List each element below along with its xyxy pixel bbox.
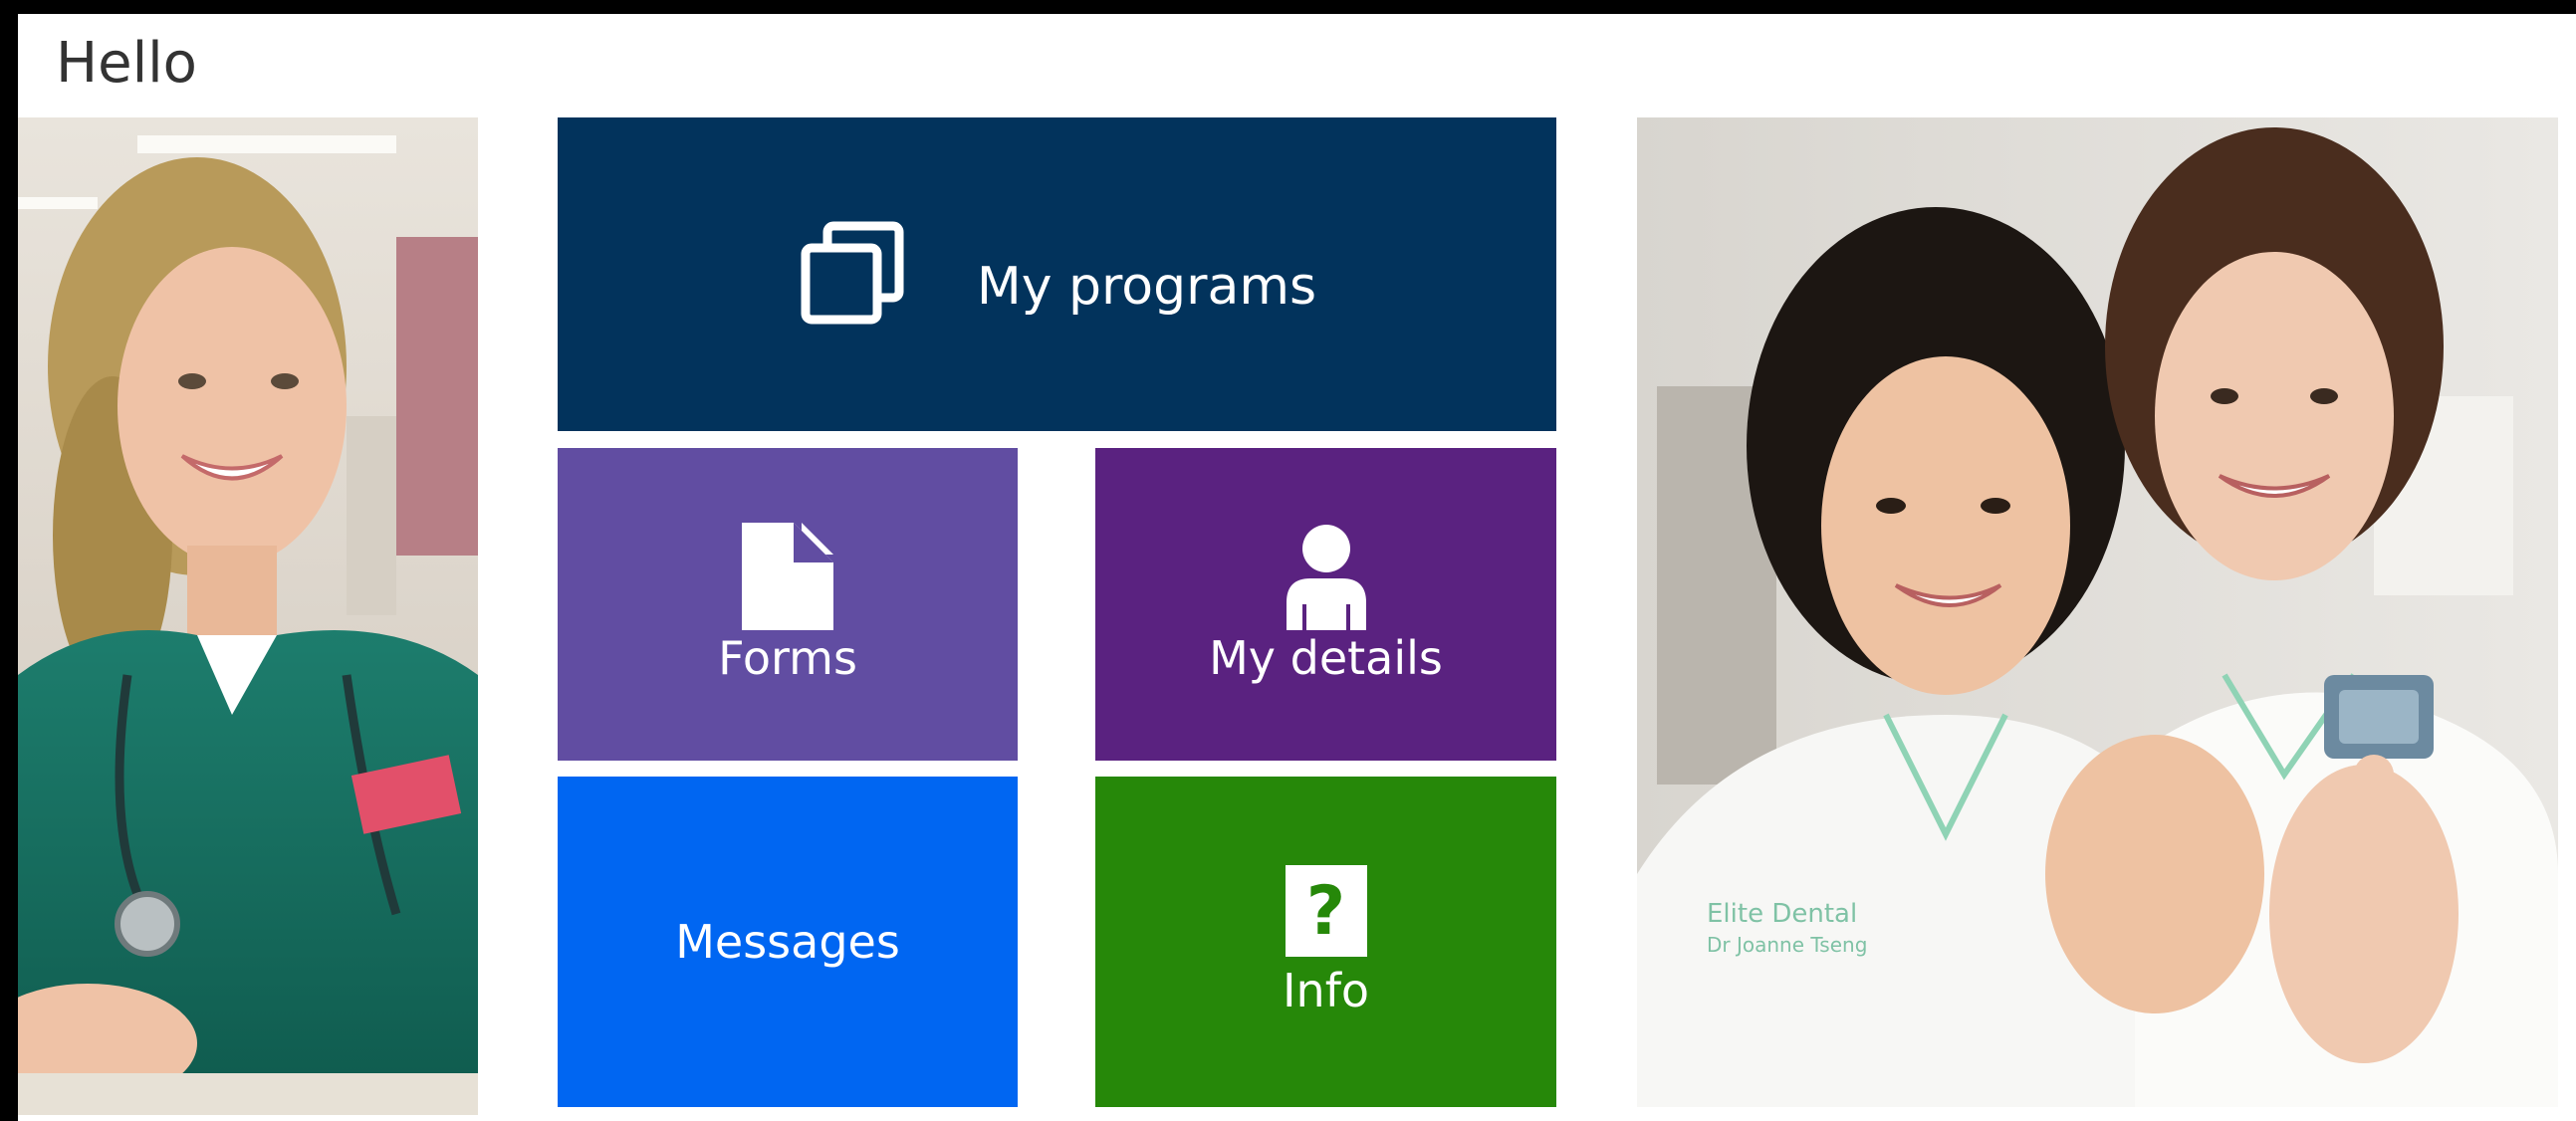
page-greeting: Hello [56, 31, 197, 96]
my-programs-label: My programs [976, 256, 1317, 317]
my-details-label: My details [1209, 631, 1443, 685]
my-details-tile[interactable]: My details [1095, 448, 1556, 761]
forms-label: Forms [718, 631, 857, 685]
nurse-photo [18, 117, 478, 1115]
info-label: Info [1282, 964, 1370, 1017]
messages-label: Messages [675, 915, 900, 969]
person-icon [1286, 525, 1366, 630]
info-tile[interactable]: ? Info [1095, 777, 1556, 1107]
my-programs-tile[interactable]: My programs [558, 117, 1556, 431]
messages-tile[interactable]: Messages [558, 777, 1018, 1107]
nurse-photo-illustration [18, 117, 478, 1115]
dental-staff-photo: Elite Dental Dr Joanne Tseng [1637, 117, 2558, 1107]
coat-text-line1: Elite Dental [1707, 899, 1857, 929]
question-glyph: ? [1305, 871, 1346, 951]
document-icon [742, 523, 833, 630]
forms-tile[interactable]: Forms [558, 448, 1018, 761]
coat-text-line2: Dr Joanne Tseng [1707, 933, 1867, 957]
dental-staff-illustration: Elite Dental Dr Joanne Tseng [1637, 117, 2558, 1107]
windows-stack-icon [801, 221, 904, 324]
question-icon: ? [1285, 865, 1367, 957]
